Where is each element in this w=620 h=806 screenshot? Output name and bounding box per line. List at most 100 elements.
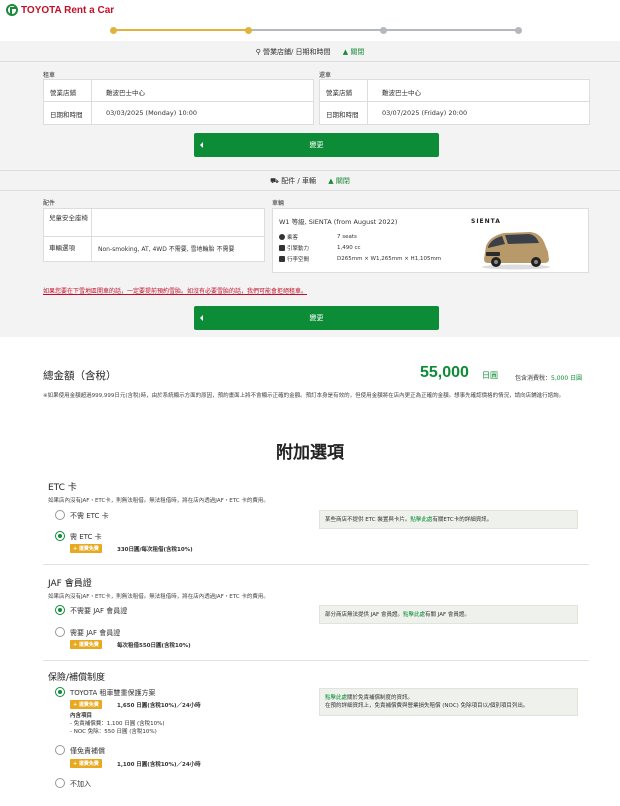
snow-tire-warning-link[interactable]: 如果您要在下雪地區開車的話，一定要提前預約雪胎。如沒有必要雪胎的話，我們可能會拒… [43,286,307,295]
toyota-logo-icon [6,4,18,16]
etc-option-need-radio[interactable] [55,531,65,541]
child-seat-key: 兒童安全座椅 [44,209,92,236]
insurance-option-double-label[interactable]: TOYOTA 租車雙重保護方案 [70,688,156,698]
insurance-option-none-radio[interactable] [55,778,65,788]
free-shipping-badge: + 運費免費 [70,759,102,768]
progress-line-done [113,29,248,31]
contents-label: 內含項目 [70,713,93,719]
etc-info-text: 某些商店不提供 ETC 裝置與卡片。 [325,517,411,523]
free-shipping-badge: + 運費免費 [70,544,102,553]
vehicle-option-row: 車輛選項 Non-smoking, AT, 4WD 不需要, 雪地輪胎 不需要 [44,237,264,261]
site-header: TOYOTA Rent a Car [0,0,620,20]
jaf-option-none-radio[interactable] [55,605,65,615]
store-section-header: ⚲ 營業店鋪/ 日期和時間 ▲ 關閉 [0,47,620,57]
contents-item: - 免責補償費：1,100 日圓 (含稅10%) [70,721,165,727]
parts-section-title: 配件 / 車輛 [281,177,316,185]
etc-info-text-2: 有關ETC卡的詳細資訊。 [432,517,493,523]
total-label: 總金額（含稅） [43,370,117,382]
tax-value: 5,000 日圓 [551,375,583,382]
child-seat-value [92,209,98,236]
spec-key: 行李空間 [287,257,310,263]
pickup-store-value: 難波巴士中心 [106,89,145,97]
etc-info-link[interactable]: 點擊此處 [410,517,432,523]
parts-section-toggle[interactable]: ▲ 關閉 [328,177,350,185]
vehicle-label: 車輛 [272,200,285,207]
brand-logo[interactable]: TOYOTA Rent a Car [6,4,114,16]
addons-title: 附加選項 [276,443,344,463]
divider [0,170,620,171]
jaf-info-text-2: 有關 JAF 會員證。 [424,612,470,618]
contents-item: - NOC 免除：550 日圓 (含稅10%) [70,729,157,735]
spec-key: 乘客 [287,235,299,241]
chevron-left-icon [200,315,203,321]
person-icon [279,234,285,240]
parts-section-header: ⛟ 配件 / 車輛 ▲ 關閉 [0,176,620,186]
jaf-info-box: 部分商店無法提供 JAF 會員證。點擊此處有關 JAF 會員證。 [319,605,578,624]
divider [0,190,620,191]
spec-key: 引擎動力 [287,246,310,252]
car-image [482,232,550,270]
free-shipping-badge: + 運費免費 [70,640,102,649]
divider [0,61,620,62]
progress-stepper [110,27,522,34]
brand-name: TOYOTA Rent a Car [21,4,115,16]
parts-label: 配件 [43,200,56,207]
insurance-info-link[interactable]: 點擊此處 [325,695,347,701]
car-icon: ⛟ [270,177,279,185]
insurance-option-none-label[interactable]: 不加入 [70,779,91,789]
jaf-option-none-label[interactable]: 不需要 JAF 會員證 [70,606,127,616]
chevron-left-icon [200,142,203,148]
return-time-value: 03/07/2025 (Friday) 20:00 [382,109,468,117]
insurance-info-text-2: 在預約詳細資訊上，免責補償費與營業損失賠償 (NOC) 免除項目以/個別項目列出… [325,703,529,709]
toggle-label: 關閉 [335,177,350,185]
jaf-description: 如果店內沒有JAF・ETC卡，則無法租借。無法租借時，將在店內透過JAF・ETC… [48,594,269,600]
spec-row: 引擎動力 1,490 cc [279,244,361,252]
spec-value: 1,490 cc [337,245,361,251]
jaf-option-need-label[interactable]: 需要 JAF 會員證 [70,628,120,638]
step-4-dot [515,27,522,34]
change-store-button[interactable]: 變更 [194,133,439,157]
jaf-info-link[interactable]: 點擊此處 [403,612,425,618]
insurance-cdw-price: 1,100 日圓(含稅10%)／24小時 [117,762,201,768]
jaf-title: JAF 會員證 [48,579,92,589]
vehicle-title: W1 等級, SIENTA (from August 2022) [279,218,398,226]
step-3-dot [380,27,387,34]
pickup-time-row: 日期和時間 03/03/2025 (Monday) 10:00 [44,102,313,124]
spec-row: 乘客 7 seats [279,233,357,241]
vehicle-option-value: Non-smoking, AT, 4WD 不需要, 雪地輪胎 不需要 [98,246,235,253]
return-table: 營業店鋪 難波巴士中心 日期和時間 03/07/2025 (Friday) 20… [319,79,590,125]
return-time-key: 日期和時間 [320,102,368,124]
separator [43,660,589,661]
return-store-value: 難波巴士中心 [382,89,421,97]
insurance-info-box: 點擊此處關於免責補償制度的資訊。 在預約詳細資訊上，免責補償費與營業損失賠償 (… [319,688,578,716]
etc-option-none-label[interactable]: 不需 ETC 卡 [70,511,109,521]
jaf-option-need-radio[interactable] [55,627,65,637]
toggle-label: 關閉 [350,48,365,56]
etc-option-need-label[interactable]: 需 ETC 卡 [70,532,102,542]
jaf-price: 每次租借550日圓(含稅10%) [117,643,191,649]
vehicle-card: W1 等級, SIENTA (from August 2022) 乘客 7 se… [272,208,589,273]
etc-option-none-radio[interactable] [55,510,65,520]
etc-price: 330日圓/每次租借(含稅10%) [117,547,193,553]
child-seat-row: 兒童安全座椅 [44,209,264,237]
store-section-toggle[interactable]: ▲ 關閉 [343,48,365,56]
jaf-info-text: 部分商店無法提供 JAF 會員證。 [325,612,403,618]
return-store-row: 營業店鋪 難波巴士中心 [320,80,589,102]
store-section-title: 營業店鋪/ 日期和時間 [262,48,331,56]
parts-table: 兒童安全座椅 車輛選項 Non-smoking, AT, 4WD 不需要, 雪地… [43,208,265,262]
pickup-label: 租車 [43,72,56,79]
change-parts-button[interactable]: 變更 [194,306,439,330]
insurance-title: 保險/補償制度 [48,673,106,683]
insurance-option-double-radio[interactable] [55,687,65,697]
insurance-option-cdw-radio[interactable] [55,745,65,755]
spec-value: D265mm × W1,265mm × H1,105mm [337,256,442,262]
pickup-time-value: 03/03/2025 (Monday) 10:00 [106,109,198,117]
luggage-icon [279,256,285,262]
tax-included: 包含消費稅：5,000 日圓 [515,373,582,382]
return-time-row: 日期和時間 03/07/2025 (Friday) 20:00 [320,102,589,124]
total-note: ※如果使用金額超過999,999日元(含稅)時，由於系統顯示方面的原因，預約畫面… [43,393,565,399]
step-1-dot [110,27,117,34]
step-2-dot [245,27,252,34]
change-button-label: 變更 [309,141,324,149]
insurance-option-cdw-label[interactable]: 僅免責補償 [70,746,105,756]
